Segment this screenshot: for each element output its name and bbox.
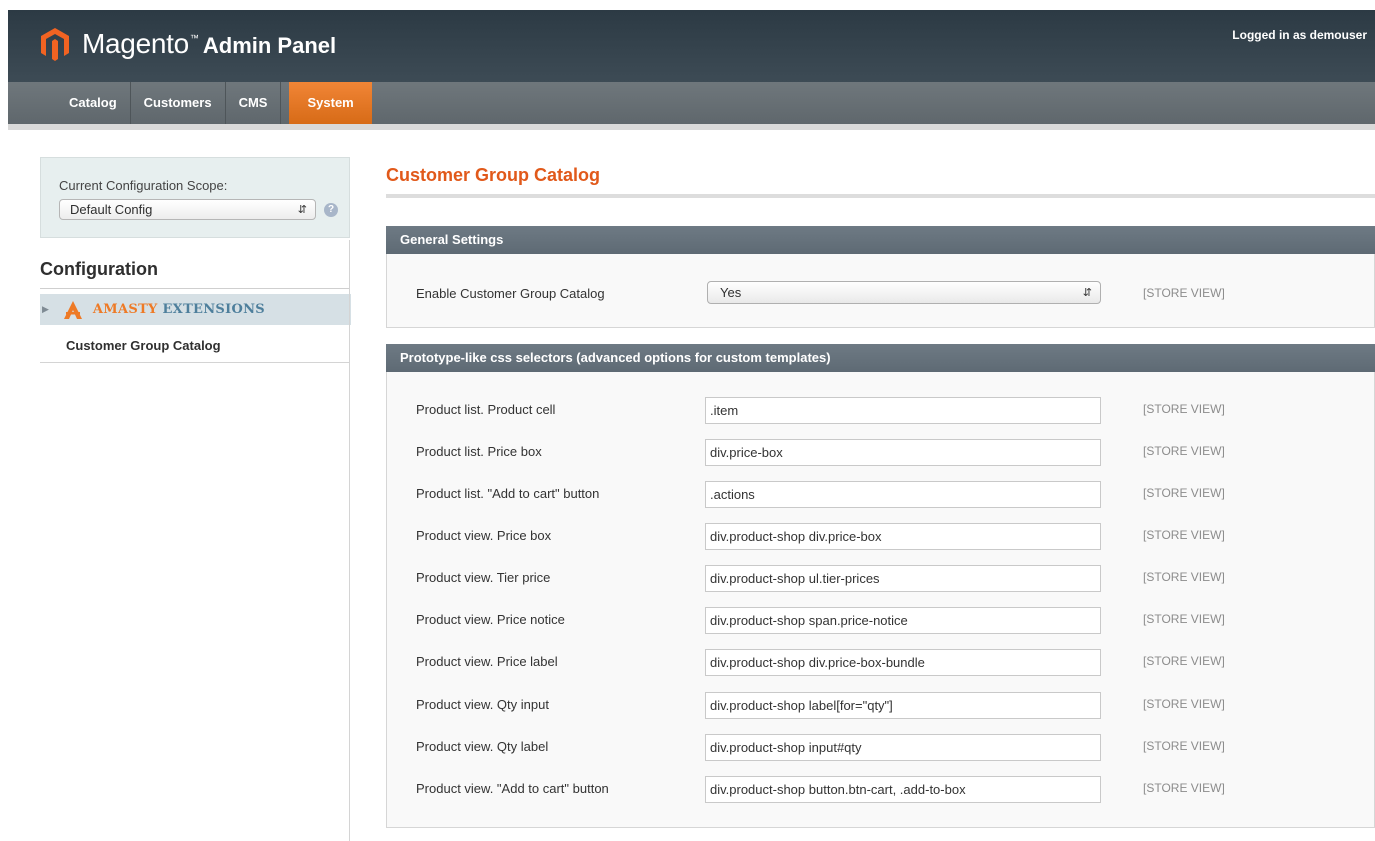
selector-input[interactable]: div.product-shop input#qty — [705, 734, 1101, 761]
select-updown-icon: ⇵ — [297, 204, 307, 216]
field-label: Product view. "Add to cart" button — [416, 781, 609, 796]
selector-input[interactable]: .actions — [705, 481, 1101, 508]
main-nav: Catalog Customers CMS System — [8, 82, 1375, 124]
section-header-general[interactable]: General Settings — [386, 226, 1375, 254]
select-value: Yes — [720, 285, 742, 300]
magento-logo-icon — [41, 28, 69, 61]
form-row: Product view. Price notice div.product-s… — [387, 607, 1374, 635]
field-label: Product view. Qty label — [416, 739, 549, 754]
nav-item-customers[interactable]: Customers — [131, 82, 226, 124]
section-body-general: Enable Customer Group Catalog Yes ⇵ [STO… — [386, 254, 1375, 328]
scope-select-value: Default Config — [70, 202, 153, 217]
nav-item-cms[interactable]: CMS — [226, 82, 282, 124]
scope-select[interactable]: Default Config ⇵ — [59, 199, 316, 220]
form-row: Product list. "Add to cart" button .acti… — [387, 481, 1374, 509]
form-row: Product view. Qty input div.product-shop… — [387, 692, 1374, 720]
nav-item-system[interactable]: System — [289, 82, 372, 124]
group-label-extensions: EXTENSIONS — [162, 302, 265, 317]
sidebar-group-amasty[interactable]: ▶ AMASTY EXTENSIONS — [40, 294, 351, 325]
selector-input[interactable]: div.product-shop label[for="qty"] — [705, 692, 1101, 719]
scope-tag: [STORE VIEW] — [1143, 612, 1225, 626]
section-body-selectors: Product list. Product cell .item [STORE … — [386, 372, 1375, 828]
help-icon[interactable]: ? — [324, 203, 338, 217]
scope-tag: [STORE VIEW] — [1143, 528, 1225, 542]
scope-tag: [STORE VIEW] — [1143, 286, 1225, 300]
form-row: Product view. Price label div.product-sh… — [387, 649, 1374, 677]
magento-logo[interactable]: Magento ™ Admin Panel — [40, 27, 336, 61]
form-row: Product view. Price box div.product-shop… — [387, 523, 1374, 551]
amasty-logo-icon — [63, 300, 82, 319]
scope-tag: [STORE VIEW] — [1143, 570, 1225, 584]
scope-tag: [STORE VIEW] — [1143, 486, 1225, 500]
divider — [40, 362, 350, 363]
field-label: Product list. Price box — [416, 444, 542, 459]
field-label: Product list. "Add to cart" button — [416, 486, 600, 501]
select-updown-icon: ⇵ — [1082, 287, 1092, 299]
selector-input[interactable]: div.product-shop span.price-notice — [705, 607, 1101, 634]
section-header-selectors[interactable]: Prototype-like css selectors (advanced o… — [386, 344, 1375, 372]
logged-in-user: Logged in as demouser — [1232, 28, 1367, 42]
scope-label: Current Configuration Scope: — [59, 178, 228, 193]
sidebar-border — [349, 240, 350, 841]
form-row: Product view. Qty label div.product-shop… — [387, 734, 1374, 762]
enable-catalog-select[interactable]: Yes ⇵ — [707, 281, 1101, 304]
field-label: Product view. Price notice — [416, 612, 565, 627]
selector-input[interactable]: div.product-shop div.price-box — [705, 523, 1101, 550]
sidebar-item-customer-group-catalog[interactable]: Customer Group Catalog — [66, 338, 221, 353]
expand-arrow-icon: ▶ — [42, 304, 49, 314]
logo-subtitle: Admin Panel — [202, 33, 337, 58]
field-label: Product view. Qty input — [416, 697, 549, 712]
logo-word: Magento — [82, 28, 189, 59]
scope-tag: [STORE VIEW] — [1143, 739, 1225, 753]
form-row: Product list. Product cell .item [STORE … — [387, 397, 1374, 425]
page-title: Customer Group Catalog — [386, 165, 601, 185]
nav-shadow — [8, 124, 1375, 130]
config-scope-box: Current Configuration Scope: Default Con… — [40, 157, 350, 238]
scope-tag: [STORE VIEW] — [1143, 444, 1225, 458]
field-label: Product list. Product cell — [416, 402, 556, 417]
selector-input[interactable]: div.product-shop ul.tier-prices — [705, 565, 1101, 592]
sidebar-title: Configuration — [40, 259, 158, 279]
form-row: Product view. Tier price div.product-sho… — [387, 565, 1374, 593]
scope-tag: [STORE VIEW] — [1143, 654, 1225, 668]
scope-tag: [STORE VIEW] — [1143, 697, 1225, 711]
field-label: Product view. Price box — [416, 528, 552, 543]
selector-input[interactable]: div.price-box — [705, 439, 1101, 466]
selector-input[interactable]: .item — [705, 397, 1101, 424]
scope-tag: [STORE VIEW] — [1143, 402, 1225, 416]
form-row: Product view. "Add to cart" button div.p… — [387, 776, 1374, 804]
title-divider — [386, 194, 1375, 198]
admin-header: Magento ™ Admin Panel Logged in as demou… — [8, 10, 1375, 82]
field-label: Product view. Price label — [416, 654, 558, 669]
form-row: Product list. Price box div.price-box [S… — [387, 439, 1374, 467]
field-label: Product view. Tier price — [416, 570, 551, 585]
scope-tag: [STORE VIEW] — [1143, 781, 1225, 795]
selector-input[interactable]: div.product-shop div.price-box-bundle — [705, 649, 1101, 676]
logo-trademark: ™ — [189, 33, 199, 43]
group-label-amasty: AMASTY — [92, 302, 158, 317]
divider — [40, 288, 350, 289]
field-label: Enable Customer Group Catalog — [416, 286, 605, 301]
nav-item-catalog[interactable]: Catalog — [56, 82, 131, 124]
selector-input[interactable]: div.product-shop button.btn-cart, .add-t… — [705, 776, 1101, 803]
form-row: Enable Customer Group Catalog Yes ⇵ [STO… — [387, 281, 1374, 309]
